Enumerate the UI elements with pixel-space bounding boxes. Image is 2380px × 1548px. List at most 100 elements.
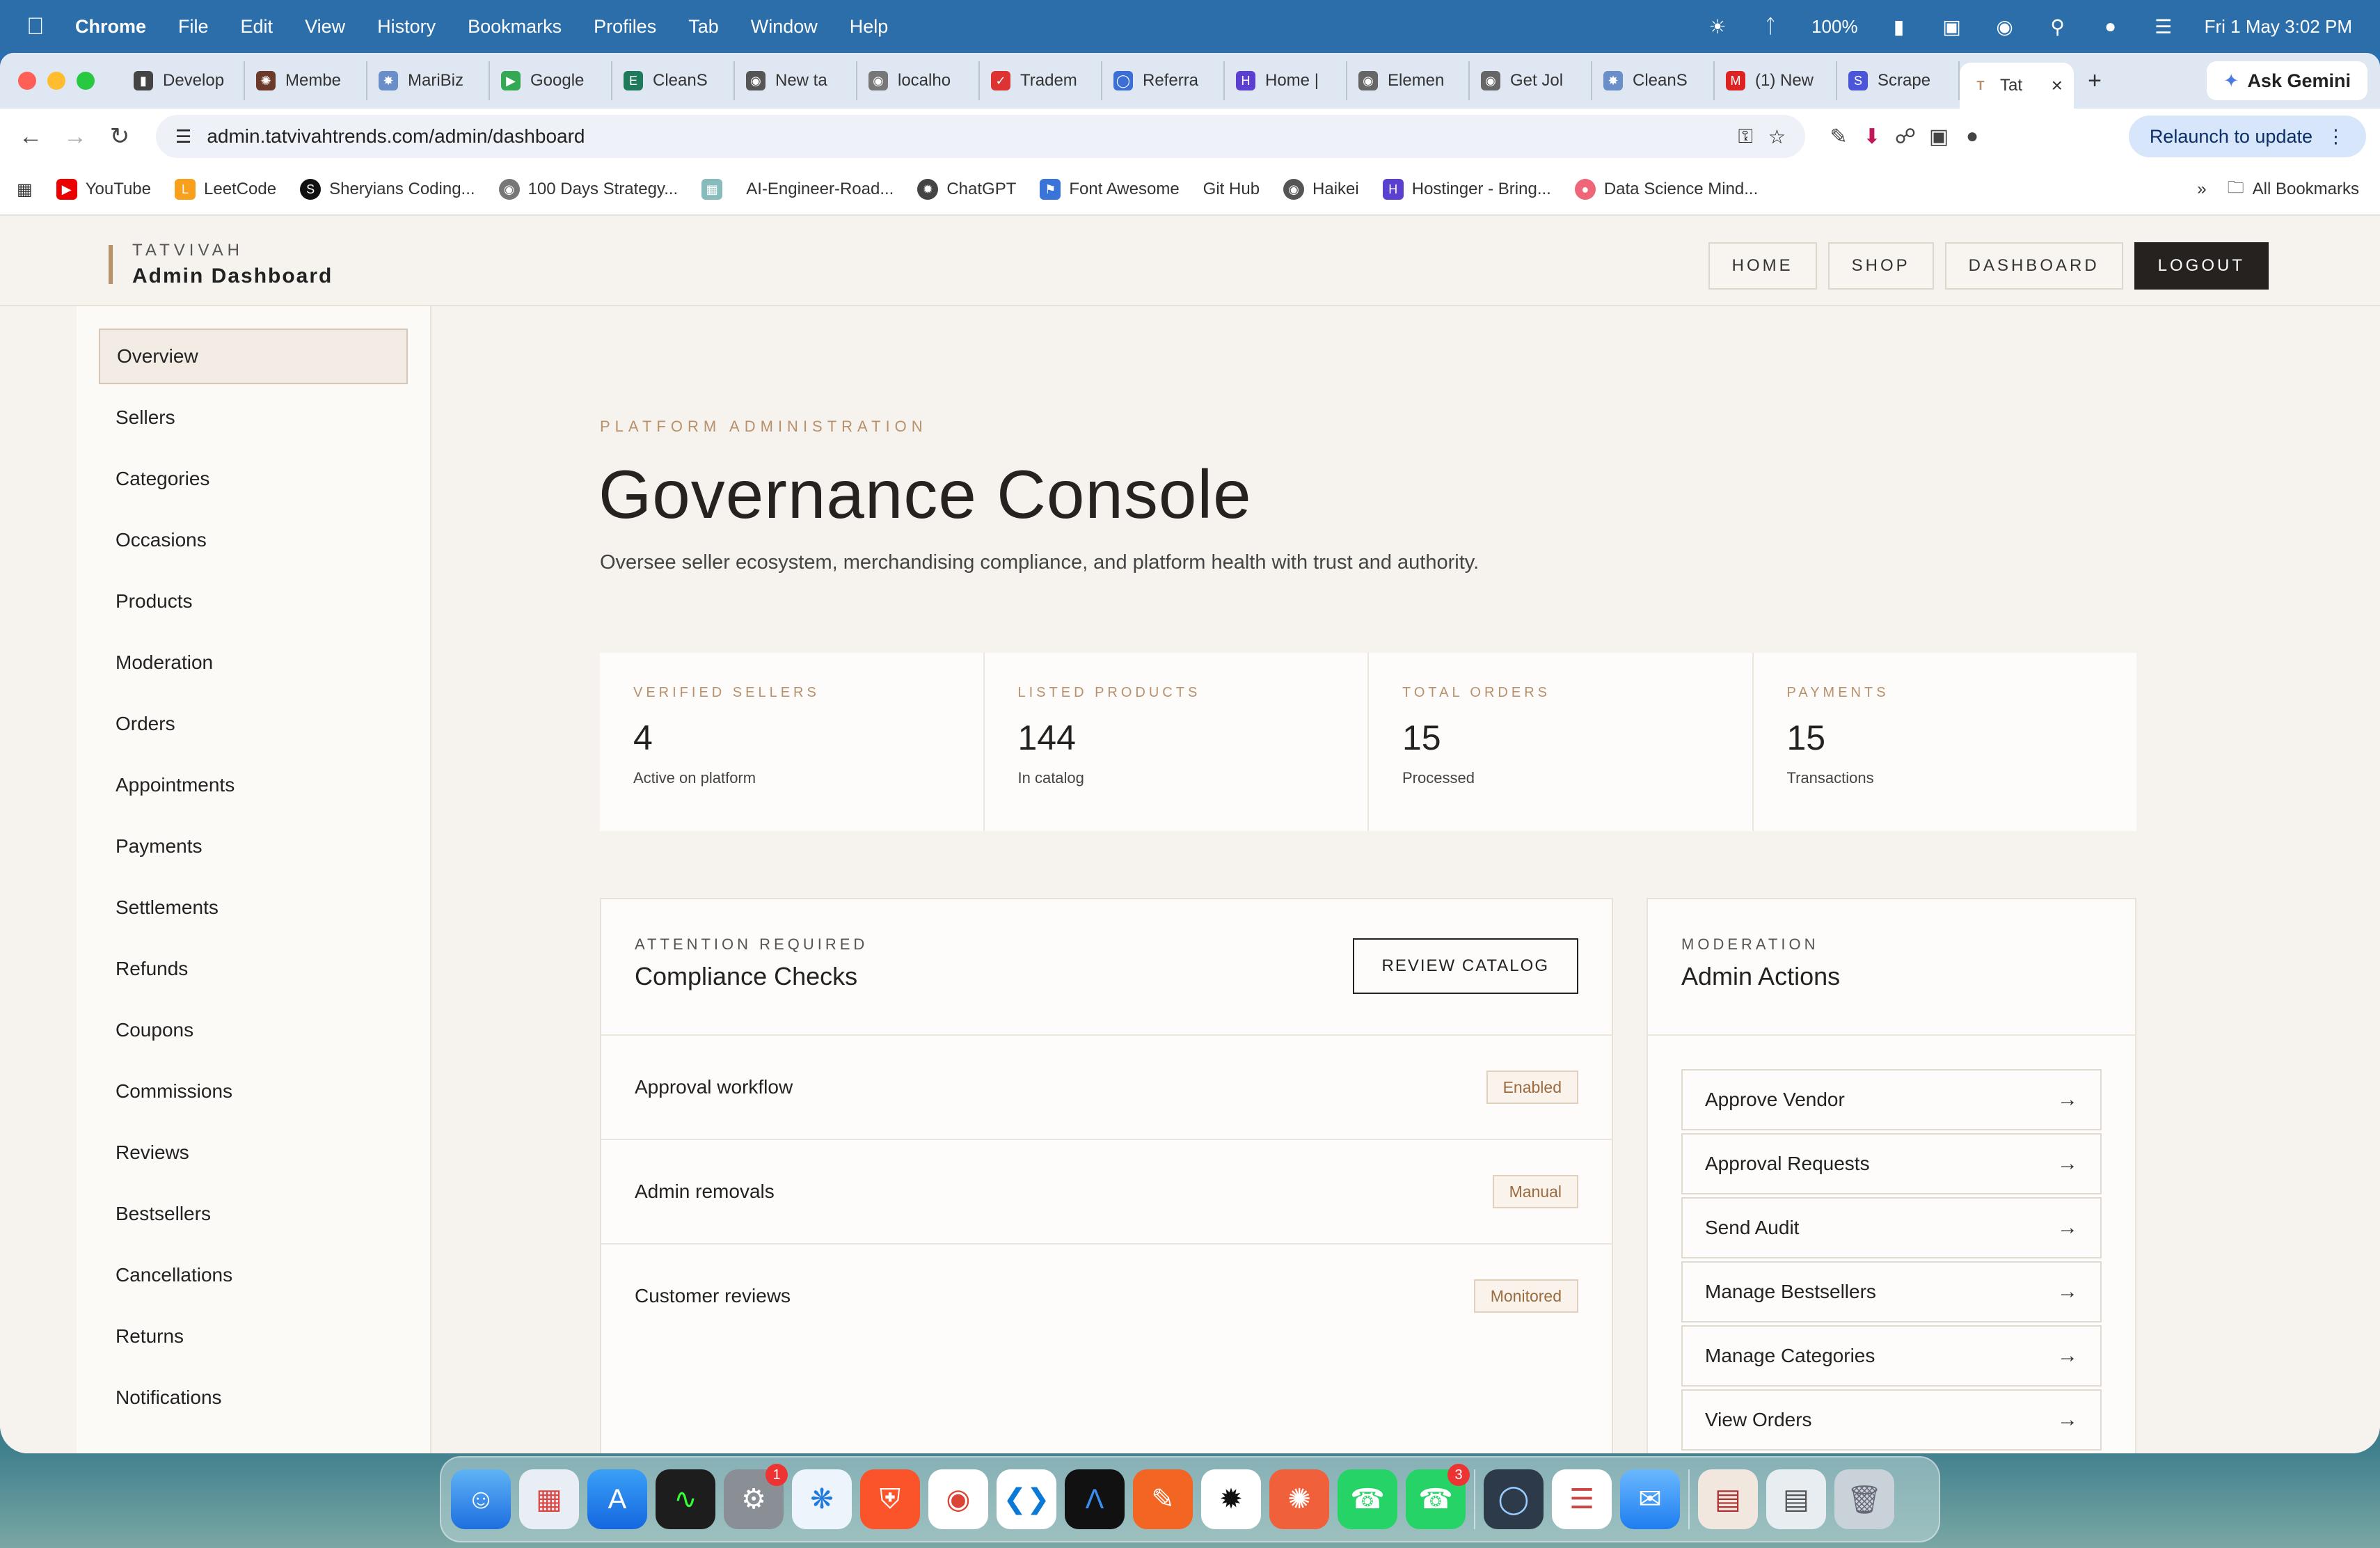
zoom-window-button[interactable]	[77, 72, 95, 90]
menu-help[interactable]: Help	[850, 16, 889, 38]
sidebar-item-moderation[interactable]: Moderation	[99, 635, 408, 690]
bookmark-haikei[interactable]: ◉ Haikei	[1283, 179, 1359, 200]
browser-tab[interactable]: ✺ Membe	[245, 61, 367, 100]
browser-tab[interactable]: ◉ Get Jol	[1470, 61, 1592, 100]
browser-tab[interactable]: ✓ Tradem	[980, 61, 1102, 100]
wifi-icon[interactable]: ◉	[1993, 15, 2017, 38]
browser-tab[interactable]: ▮ Develop	[122, 61, 245, 100]
brave-browser-icon[interactable]: ⛨	[860, 1469, 920, 1529]
back-arrow-icon[interactable]: ←	[8, 123, 53, 150]
sidebar-item-sellers[interactable]: Sellers	[99, 390, 408, 445]
action-view-orders[interactable]: View Orders →	[1681, 1389, 2102, 1451]
more-menu-icon[interactable]: ⋮	[2326, 126, 2345, 148]
user-flag-icon[interactable]: ●	[2099, 15, 2123, 38]
bookmark-hostinger[interactable]: H Hostinger - Bring...	[1382, 179, 1551, 200]
address-bar[interactable]: ☰ admin.tatvivahtrends.com/admin/dashboa…	[156, 115, 1805, 158]
download-extension-icon[interactable]: ⬇	[1855, 125, 1889, 149]
all-bookmarks-button[interactable]: 🗀 All Bookmarks	[2228, 175, 2359, 204]
nav-shop-button[interactable]: SHOP	[1827, 242, 1934, 290]
browser-tab-active[interactable]: T Tat ×	[1960, 63, 2074, 109]
apple-icon[interactable]: 	[26, 14, 49, 39]
menu-history[interactable]: History	[377, 16, 436, 38]
relaunch-to-update-button[interactable]: Relaunch to update ⋮	[2128, 116, 2366, 157]
action-manage-categories[interactable]: Manage Categories →	[1681, 1325, 2102, 1387]
action-approve-vendor[interactable]: Approve Vendor →	[1681, 1069, 2102, 1130]
spotlight-search-icon[interactable]: ⚲	[2046, 15, 2070, 38]
launchpad-icon[interactable]: ▦	[519, 1469, 579, 1529]
close-window-button[interactable]	[18, 72, 36, 90]
apps-grid-icon[interactable]: ▦	[17, 180, 33, 200]
close-tab-icon[interactable]: ×	[2052, 74, 2063, 97]
sidebar-item-settlements[interactable]: Settlements	[99, 880, 408, 935]
url-text[interactable]: admin.tatvivahtrends.com/admin/dashboard	[207, 125, 585, 148]
browser-tab[interactable]: ▶ Google	[490, 61, 612, 100]
action-manage-bestsellers[interactable]: Manage Bestsellers →	[1681, 1261, 2102, 1322]
finder-icon[interactable]: ☺	[451, 1469, 511, 1529]
bookmark-100-days[interactable]: ◉ 100 Days Strategy...	[498, 179, 678, 200]
sidebar-item-reviews[interactable]: Reviews	[99, 1125, 408, 1180]
simulator-icon[interactable]: ◯	[1484, 1469, 1544, 1529]
browser-tab[interactable]: M (1) New	[1715, 61, 1837, 100]
browser-tab[interactable]: ◉ localho	[857, 61, 980, 100]
control-center-icon[interactable]: ☰	[2152, 15, 2175, 38]
app-store-icon[interactable]: A	[587, 1469, 647, 1529]
menu-edit[interactable]: Edit	[241, 16, 273, 38]
password-key-icon[interactable]: ⚿	[1738, 125, 1753, 148]
menu-view[interactable]: View	[305, 16, 345, 38]
bookmark-github[interactable]: Git Hub	[1203, 180, 1260, 199]
bookmark-image[interactable]: ▦	[701, 179, 723, 200]
browser-tab[interactable]: S Scrape	[1837, 61, 1960, 100]
notes-icon[interactable]: ☰	[1552, 1469, 1612, 1529]
reload-icon[interactable]: ↻	[97, 123, 142, 150]
action-send-audit[interactable]: Send Audit →	[1681, 1197, 2102, 1258]
sidebar-item-orders[interactable]: Orders	[99, 696, 408, 752]
browser-tab[interactable]: ✸ CleanS	[1592, 61, 1715, 100]
documents-stack-icon[interactable]: ▤	[1766, 1469, 1826, 1529]
trash-icon[interactable]: 🗑	[1834, 1469, 1894, 1529]
sidebar-item-payments[interactable]: Payments	[99, 819, 408, 874]
mail-icon[interactable]: ✉	[1620, 1469, 1680, 1529]
sidebar-item-refunds[interactable]: Refunds	[99, 941, 408, 997]
sidebar-item-bestsellers[interactable]: Bestsellers	[99, 1186, 408, 1242]
sidebar-item-overview[interactable]: Overview	[99, 329, 408, 384]
sidebar-item-cancellations[interactable]: Cancellations	[99, 1247, 408, 1303]
browser-tab[interactable]: E CleanS	[612, 61, 735, 100]
battery-icon[interactable]: ▮	[1887, 15, 1911, 38]
extensions-puzzle-icon[interactable]: ☍	[1889, 125, 1922, 149]
review-catalog-button[interactable]: REVIEW CATALOG	[1352, 938, 1578, 994]
bluetooth-icon[interactable]: ᛏ	[1759, 15, 1782, 38]
bookmark-chatgpt[interactable]: ✹ ChatGPT	[917, 179, 1016, 200]
tab-search-icon[interactable]: ▣	[1922, 125, 1955, 149]
bookmark-youtube[interactable]: ▶ YouTube	[56, 179, 151, 200]
eyedropper-extension-icon[interactable]: ✎	[1822, 125, 1855, 149]
menu-bookmarks[interactable]: Bookmarks	[468, 16, 562, 38]
bookmark-data-science[interactable]: ● Data Science Mind...	[1574, 179, 1758, 200]
nav-dashboard-button[interactable]: DASHBOARD	[1944, 242, 2123, 290]
downloads-stack-icon[interactable]: ▤	[1698, 1469, 1758, 1529]
claude-icon[interactable]: ✺	[1269, 1469, 1329, 1529]
chatgpt-icon[interactable]: ✹	[1201, 1469, 1261, 1529]
browser-tab[interactable]: H Home |	[1225, 61, 1347, 100]
menu-window[interactable]: Window	[751, 16, 818, 38]
forward-arrow-icon[interactable]: →	[53, 123, 97, 150]
browser-tab[interactable]: ◉ Elemen	[1347, 61, 1470, 100]
menu-app-name[interactable]: Chrome	[75, 16, 146, 38]
menu-file[interactable]: File	[178, 16, 209, 38]
whatsapp-business-icon[interactable]: ☎ 3	[1406, 1464, 1470, 1529]
activity-monitor-icon[interactable]: ∿	[656, 1469, 715, 1529]
sidebar-item-returns[interactable]: Returns	[99, 1309, 408, 1364]
menu-tab[interactable]: Tab	[688, 16, 719, 38]
bookmark-sheryians[interactable]: S Sheryians Coding...	[300, 179, 475, 200]
sidebar-item-appointments[interactable]: Appointments	[99, 757, 408, 813]
system-settings-icon[interactable]: ⚙ 1	[724, 1464, 788, 1529]
brand-name[interactable]: TATVIVAH	[132, 241, 244, 260]
bookmark-leetcode[interactable]: L LeetCode	[175, 179, 276, 200]
sidebar-item-notifications[interactable]: Notifications	[99, 1370, 408, 1425]
chrome-icon[interactable]: ◉	[928, 1469, 988, 1529]
logout-button[interactable]: LOGOUT	[2134, 242, 2269, 290]
bookmarks-overflow-icon[interactable]: »	[2197, 180, 2206, 199]
safari-icon[interactable]: ❋	[792, 1469, 852, 1529]
vscode-icon[interactable]: ❮❯	[997, 1469, 1056, 1529]
browser-tab[interactable]: ✸ MariBiz	[367, 61, 490, 100]
ask-gemini-button[interactable]: ✦ Ask Gemini	[2206, 61, 2367, 100]
